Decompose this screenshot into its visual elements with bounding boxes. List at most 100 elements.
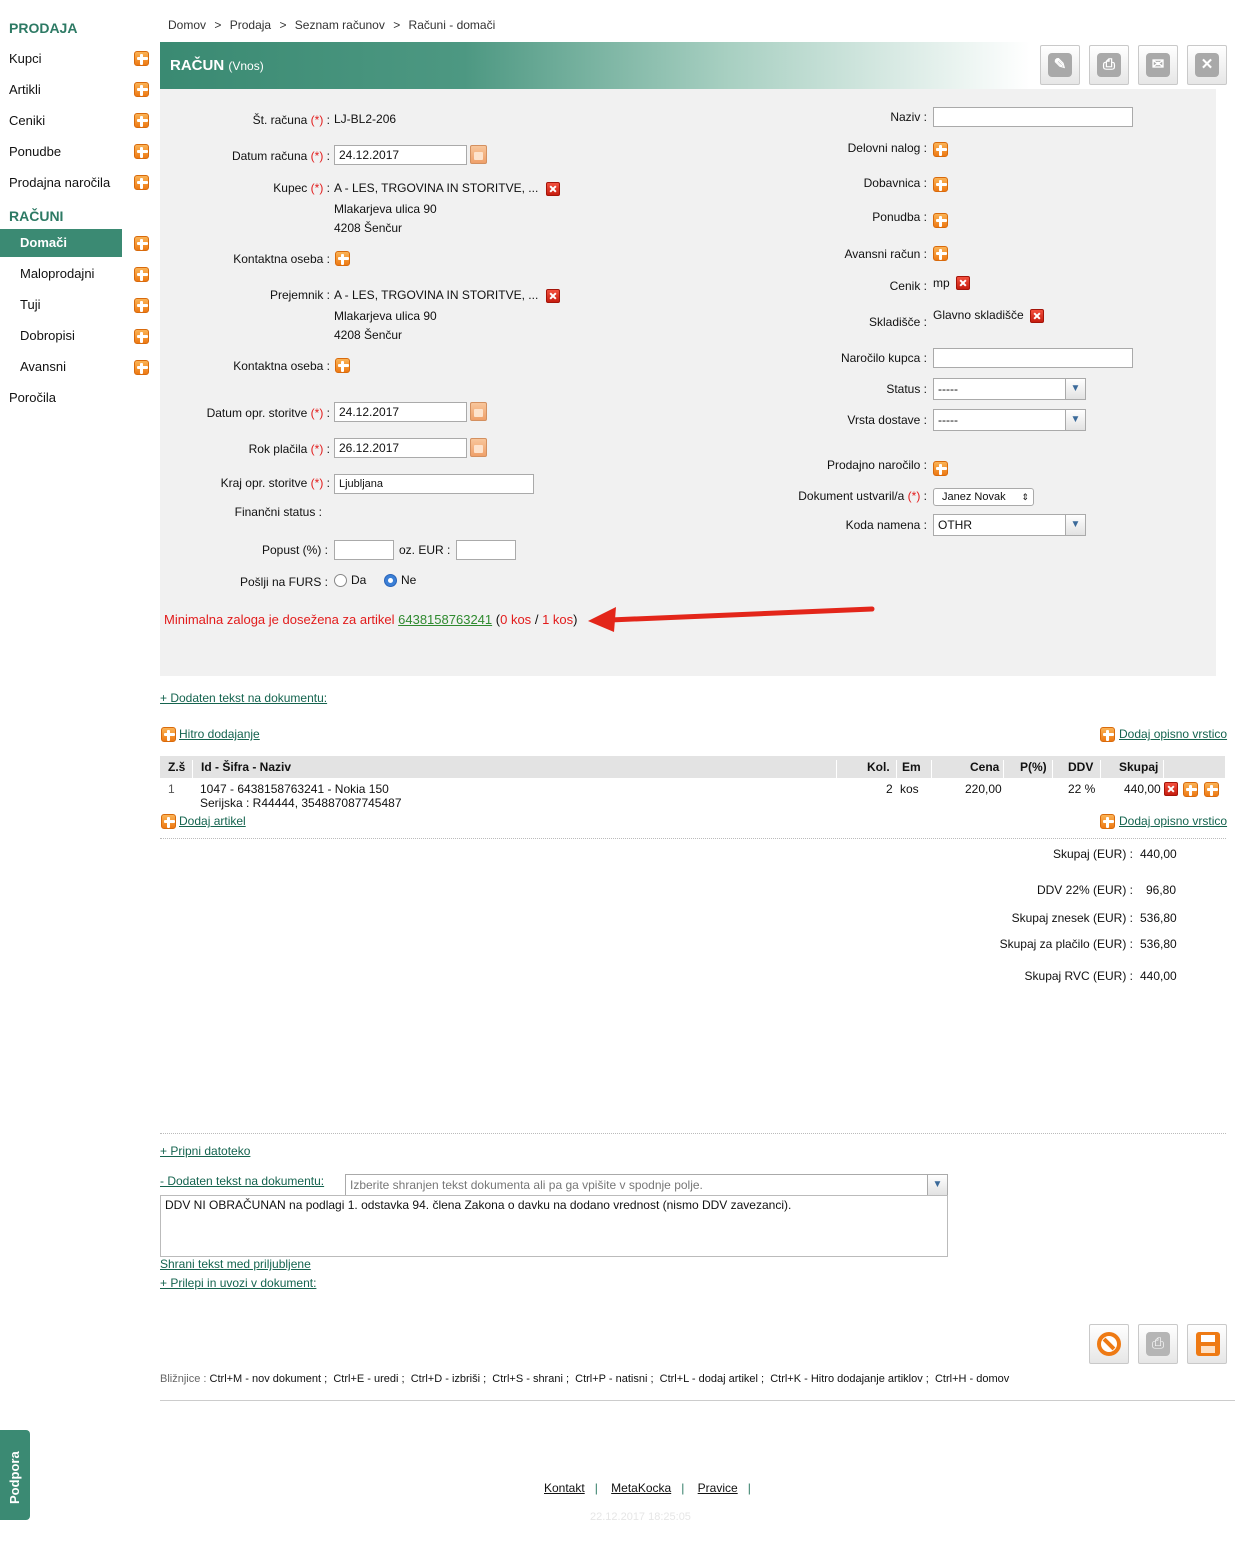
- delete-row-icon[interactable]: [1164, 782, 1178, 796]
- discount-eur-label: oz. EUR :: [399, 543, 451, 557]
- sidebar-item-maloprodajni[interactable]: Maloprodajni: [0, 260, 122, 288]
- table-row[interactable]: 1 1047 - 6438158763241 - Nokia 150 Serij…: [160, 779, 1226, 811]
- col-no: Z.š: [168, 760, 186, 774]
- place-input[interactable]: Ljubljana: [334, 474, 534, 494]
- copy-row-icon[interactable]: [1204, 782, 1219, 797]
- sidebar-item-artikli[interactable]: Artikli: [0, 76, 122, 104]
- add-ceniki-icon[interactable]: [134, 113, 149, 128]
- add-prodajna-narocila-icon[interactable]: [134, 175, 149, 190]
- add-article-icon[interactable]: [161, 814, 176, 829]
- support-tab[interactable]: Podpora: [0, 1430, 30, 1520]
- col-discount: P(%): [1020, 760, 1047, 774]
- footer-rights-link[interactable]: Pravice: [698, 1481, 738, 1495]
- remove-recipient-icon[interactable]: [546, 289, 560, 303]
- add-kupci-icon[interactable]: [134, 51, 149, 66]
- add-contact-icon[interactable]: [335, 251, 350, 266]
- add-artikli-icon[interactable]: [134, 82, 149, 97]
- quick-add-link[interactable]: Hitro dodajanje: [179, 727, 260, 741]
- customer-order-input[interactable]: [933, 348, 1133, 368]
- invoice-date-input[interactable]: 24.12.2017: [334, 145, 467, 165]
- added-text-top-link[interactable]: + Dodaten tekst na dokumentu:: [160, 691, 327, 705]
- remove-pricelist-icon[interactable]: [956, 276, 970, 290]
- invoice-date-label: Datum računa (*) :: [231, 149, 330, 163]
- save-favorite-link[interactable]: Shrani tekst med priljubljene: [160, 1257, 311, 1271]
- add-desc-row2-link[interactable]: Dodaj opisno vrstico: [1119, 814, 1227, 828]
- quick-add-icon[interactable]: [161, 727, 176, 742]
- remove-warehouse-icon[interactable]: [1030, 309, 1044, 323]
- add-sales-order-icon[interactable]: [933, 461, 948, 476]
- name-label: Naziv :: [890, 110, 927, 124]
- paste-import-link[interactable]: + Prilepi in uvozi v dokument:: [160, 1276, 316, 1290]
- calendar-icon[interactable]: [470, 438, 487, 457]
- save-button[interactable]: [1187, 1324, 1227, 1364]
- add-offer-icon[interactable]: [933, 213, 948, 228]
- add-domaci-icon[interactable]: [134, 236, 149, 251]
- furs-no-radio[interactable]: [384, 574, 397, 587]
- rvc-value: 440,00: [1140, 969, 1177, 983]
- footer-metakocka-link[interactable]: MetaKocka: [611, 1481, 671, 1495]
- add-advance-invoice-icon[interactable]: [933, 246, 948, 261]
- add-avansni-icon[interactable]: [134, 360, 149, 375]
- add-maloprodajni-icon[interactable]: [134, 267, 149, 282]
- remove-buyer-icon[interactable]: [546, 182, 560, 196]
- add-desc-row-link[interactable]: Dodaj opisno vrstico: [1119, 727, 1227, 741]
- move-row-icon[interactable]: [1183, 782, 1198, 797]
- add-ponudbe-icon[interactable]: [134, 144, 149, 159]
- sidebar: PRODAJA Kupci Artikli Ceniki Ponudbe Pro…: [0, 0, 160, 1554]
- saved-text-select[interactable]: Izberite shranjen tekst dokumenta ali pa…: [345, 1174, 948, 1196]
- pricelist-value: mp: [933, 276, 950, 290]
- discount-eur-input[interactable]: [456, 540, 516, 560]
- document-text-area[interactable]: DDV NI OBRAČUNAN na podlagi 1. odstavka …: [160, 1195, 948, 1257]
- buyer-street: Mlakarjeva ulica 90: [334, 202, 437, 216]
- sidebar-item-ceniki[interactable]: Ceniki: [0, 107, 122, 135]
- furs-label: Pošlji na FURS :: [239, 575, 328, 589]
- warning-article-link[interactable]: 6438158763241: [398, 612, 492, 627]
- sidebar-item-porocila[interactable]: Poročila: [0, 384, 122, 412]
- service-date-input[interactable]: 24.12.2017: [334, 402, 467, 422]
- page-title: RAČUN (Vnos): [170, 57, 264, 74]
- sidebar-item-dobropisi[interactable]: Dobropisi: [0, 322, 122, 350]
- add-dobropisi-icon[interactable]: [134, 329, 149, 344]
- footer-contact-link[interactable]: Kontakt: [544, 1481, 585, 1495]
- sidebar-item-tuji[interactable]: Tuji: [0, 291, 122, 319]
- offer-label: Ponudba :: [872, 210, 927, 224]
- chevron-down-icon: ▼: [1065, 410, 1085, 430]
- cancel-button[interactable]: [1089, 1324, 1129, 1364]
- print-bottom-button[interactable]: ⎙: [1138, 1324, 1178, 1364]
- breadcrumb-home[interactable]: Domov: [168, 18, 206, 32]
- discount-percent-input[interactable]: [334, 540, 394, 560]
- add-work-order-icon[interactable]: [933, 142, 948, 157]
- add-desc-row-icon[interactable]: [1100, 727, 1115, 742]
- delivery-type-select[interactable]: ----- ▼: [933, 409, 1086, 431]
- warning-text: Minimalna zaloga je dosežena za artikel: [164, 612, 395, 627]
- calendar-icon[interactable]: [470, 402, 487, 421]
- breadcrumb-sales[interactable]: Prodaja: [230, 18, 271, 32]
- email-button[interactable]: ✉: [1138, 45, 1178, 85]
- total-label: Skupaj (EUR) :: [1052, 847, 1133, 861]
- status-select[interactable]: ----- ▼: [933, 378, 1086, 400]
- sidebar-item-avansni[interactable]: Avansni: [0, 353, 122, 381]
- created-by-select[interactable]: Janez Novak ⇕: [933, 488, 1034, 506]
- add-delivery-note-icon[interactable]: [933, 177, 948, 192]
- added-text-link[interactable]: - Dodaten tekst na dokumentu:: [160, 1174, 324, 1188]
- add-article-link[interactable]: Dodaj artikel: [179, 814, 246, 828]
- breadcrumb-invoice-list[interactable]: Seznam računov: [295, 18, 385, 32]
- add-desc-row2-icon[interactable]: [1100, 814, 1115, 829]
- sidebar-item-prodajna-narocila[interactable]: Prodajna naročila: [0, 169, 122, 197]
- close-button[interactable]: ✕: [1187, 45, 1227, 85]
- add-tuji-icon[interactable]: [134, 298, 149, 313]
- furs-yes-radio[interactable]: [334, 574, 347, 587]
- add-contact2-icon[interactable]: [335, 358, 350, 373]
- edit-button[interactable]: ✎: [1040, 45, 1080, 85]
- print-button[interactable]: ⎙: [1089, 45, 1129, 85]
- calendar-icon[interactable]: [470, 145, 487, 164]
- name-input[interactable]: [933, 107, 1133, 127]
- attach-file-link[interactable]: + Pripni datoteko: [160, 1144, 250, 1158]
- sidebar-item-ponudbe[interactable]: Ponudbe: [0, 138, 122, 166]
- due-date-input[interactable]: 26.12.2017: [334, 438, 467, 458]
- purpose-code-select[interactable]: OTHR ▼: [933, 514, 1086, 536]
- breadcrumb-current: Računi - domači: [408, 18, 496, 32]
- row-name: 1047 - 6438158763241 - Nokia 150: [200, 782, 389, 796]
- sidebar-item-kupci[interactable]: Kupci: [0, 45, 122, 73]
- sidebar-item-domaci[interactable]: Domači: [0, 229, 122, 257]
